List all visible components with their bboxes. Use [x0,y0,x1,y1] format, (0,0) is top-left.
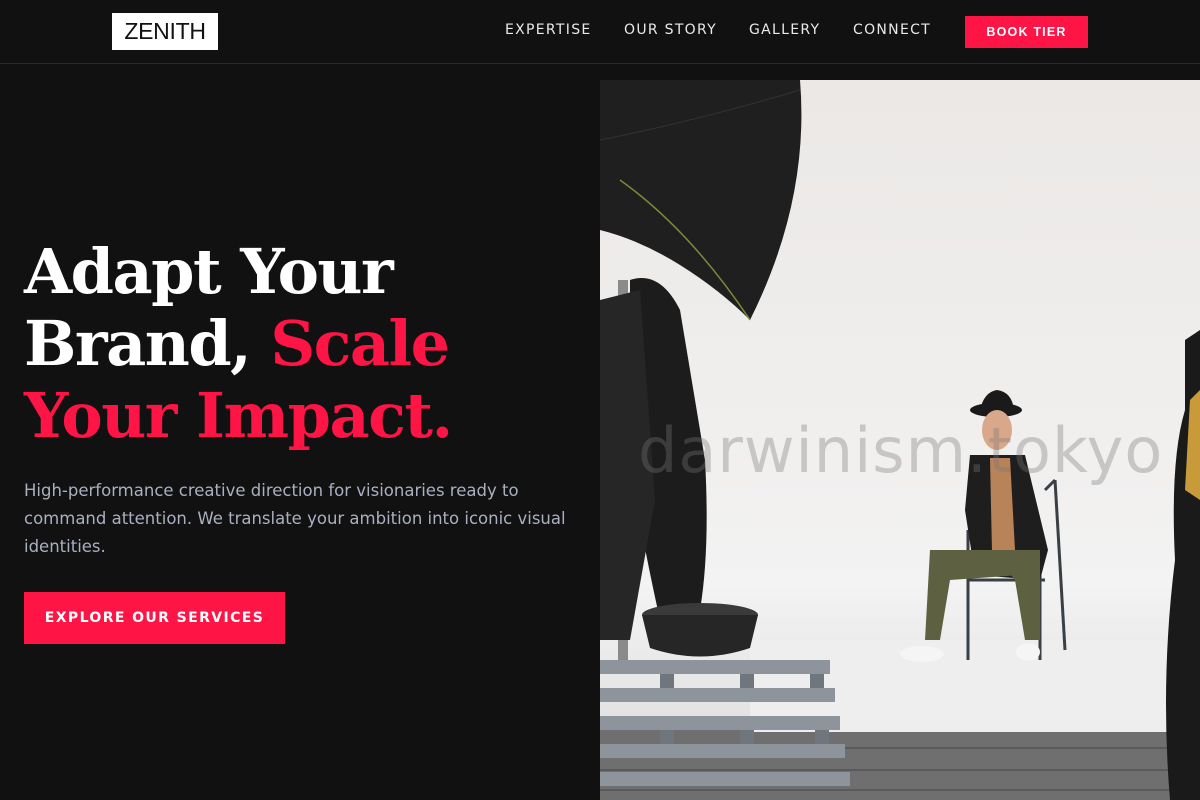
photo-studio-image: darwinism.tokyo [600,80,1200,800]
nav-link-expertise[interactable]: EXPERTISE [505,22,592,42]
explore-services-button[interactable]: EXPLORE OUR SERVICES [24,592,285,644]
headline-line-2b: Scale [270,307,450,380]
nav-link-gallery[interactable]: GALLERY [749,22,820,42]
headline-line-1: Adapt Your [24,235,394,308]
site-header: ZENITH EXPERTISE OUR STORY GALLERY CONNE… [0,0,1200,64]
brand-logo[interactable]: ZENITH [112,13,218,50]
hero-subtext: High-performance creative direction for … [24,481,566,556]
image-watermark: darwinism.tokyo [638,414,1164,487]
nav-link-our-story[interactable]: OUR STORY [624,22,717,42]
headline-line-3: Your Impact. [24,379,453,452]
hero-headline: Adapt Your Brand, Scale Your Impact. [24,236,584,452]
nav-link-connect[interactable]: CONNECT [853,22,931,42]
headline-line-2a: Brand, [24,307,271,380]
book-tier-button[interactable]: BOOK TIER [965,16,1088,48]
